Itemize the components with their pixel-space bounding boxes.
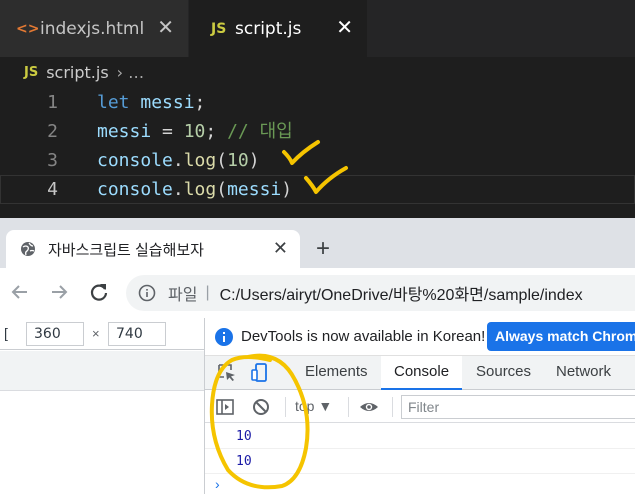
close-icon[interactable]: ✕ xyxy=(336,16,353,38)
code-token: log xyxy=(183,150,217,171)
globe-icon xyxy=(21,242,35,256)
back-icon[interactable] xyxy=(8,280,32,304)
console-prompt[interactable]: › xyxy=(215,476,220,492)
editor-tab-bar: <> indexjs.html ✕ JS script.js ✕ xyxy=(0,0,635,57)
infobar-text: DevTools is now available in Korean! xyxy=(241,328,486,345)
code-token: messi xyxy=(140,92,195,113)
device-toolbar-bracket: [ xyxy=(4,325,8,341)
toolbar-divider xyxy=(392,397,393,417)
tab-network[interactable]: Network xyxy=(556,356,611,390)
close-icon[interactable]: ✕ xyxy=(273,238,288,259)
code-token: ( xyxy=(216,150,228,171)
code-token: ; xyxy=(205,121,228,142)
device-toolbar-icon[interactable] xyxy=(250,363,270,383)
code-token: messi xyxy=(97,121,152,142)
reload-icon[interactable] xyxy=(87,280,111,304)
eye-icon[interactable] xyxy=(359,397,379,417)
code-text[interactable]: console.log(10) xyxy=(97,146,260,175)
new-tab-button[interactable]: + xyxy=(316,237,330,261)
toolbar-divider xyxy=(348,397,349,417)
device-toolbar: [ 360 × 740 xyxy=(0,318,204,350)
breadcrumb-separator[interactable]: › … xyxy=(117,63,144,82)
device-ruler xyxy=(0,351,204,391)
code-token: let xyxy=(97,92,130,113)
code-area[interactable]: 1 let messi; 2 messi = 10; // 대입 3 console.lo… xyxy=(0,88,635,204)
context-selector[interactable]: top ▼ xyxy=(295,398,332,414)
code-line[interactable]: 4 console.log(messi) xyxy=(0,175,635,204)
code-token: ( xyxy=(216,179,228,200)
code-line[interactable]: 1 let messi; xyxy=(0,88,635,117)
inspect-element-icon[interactable] xyxy=(217,363,237,383)
line-number: 3 xyxy=(47,150,58,171)
editor-tab-label: indexjs.html xyxy=(40,18,145,39)
browser-tab-title: 자바스크립트 실습해보자 xyxy=(48,241,204,259)
code-token: ) xyxy=(248,150,260,171)
code-token: = xyxy=(151,121,184,142)
browser-toolbar: 파일 | C:/Users/airyt/OneDrive/바탕%20화면/sam… xyxy=(0,268,635,318)
device-width-input[interactable]: 360 xyxy=(26,322,84,346)
always-match-chrome-button[interactable]: Always match Chrome xyxy=(487,322,635,351)
code-text[interactable]: console.log(messi) xyxy=(97,175,292,204)
code-token: . xyxy=(172,150,184,171)
clear-console-icon[interactable] xyxy=(251,397,271,417)
code-token: log xyxy=(183,179,217,200)
code-text[interactable]: messi = 10; // 대입 xyxy=(97,117,293,146)
breadcrumb-file[interactable]: script.js xyxy=(46,63,108,82)
js-file-icon: JS xyxy=(24,64,39,80)
console-toolbar: top ▼ Filter xyxy=(205,391,635,423)
console-filter-input[interactable]: Filter xyxy=(401,395,635,419)
line-number: 4 xyxy=(47,179,58,200)
editor-tab-label: script.js xyxy=(235,18,302,39)
info-icon[interactable] xyxy=(138,284,156,302)
code-token: messi xyxy=(227,179,282,200)
code-line[interactable]: 3 console.log(10) xyxy=(0,146,635,175)
js-file-icon: JS xyxy=(211,20,227,37)
address-bar[interactable]: 파일 | C:/Users/airyt/OneDrive/바탕%20화면/sam… xyxy=(126,275,635,311)
console-message-text: 10 xyxy=(236,429,252,444)
console-message-text: 10 xyxy=(236,454,252,469)
code-token: 10 xyxy=(227,150,249,171)
code-token: 10 xyxy=(183,121,206,142)
address-url[interactable]: C:/Users/airyt/OneDrive/바탕%20화면/sample/i… xyxy=(220,281,583,305)
tab-console[interactable]: Console xyxy=(381,356,463,390)
address-separator: | xyxy=(205,284,210,301)
info-icon xyxy=(215,327,233,346)
editor-tab-indexjs-html[interactable]: <> indexjs.html ✕ xyxy=(0,0,188,57)
line-number: 2 xyxy=(47,121,58,142)
dimension-times: × xyxy=(92,326,100,341)
page-viewport: [ 360 × 740 xyxy=(0,318,204,494)
devtools-infobar: DevTools is now available in Korean! Alw… xyxy=(205,318,635,356)
code-token: ; xyxy=(194,92,206,113)
code-token: console xyxy=(97,150,173,171)
code-token: ) xyxy=(281,179,293,200)
devtools-panel: DevTools is now available in Korean! Alw… xyxy=(204,318,635,494)
toolbar-divider xyxy=(285,397,286,417)
forward-icon[interactable] xyxy=(47,280,71,304)
code-token: // 대입 xyxy=(227,121,293,142)
code-token: console xyxy=(97,179,173,200)
browser-tab[interactable]: 자바스크립트 실습해보자 ✕ xyxy=(6,230,300,268)
code-editor: <> indexjs.html ✕ JS script.js ✕ JS scri… xyxy=(0,0,635,218)
close-icon[interactable]: ✕ xyxy=(157,16,174,38)
browser-tab-strip: 자바스크립트 실습해보자 ✕ + xyxy=(0,218,635,268)
tab-sources[interactable]: Sources xyxy=(476,356,531,390)
code-token: . xyxy=(172,179,184,200)
console-message: 10 xyxy=(205,424,635,449)
console-message: 10 xyxy=(205,449,635,474)
editor-tab-script-js[interactable]: JS script.js ✕ xyxy=(189,0,367,57)
tab-elements[interactable]: Elements xyxy=(305,356,368,390)
devtools-tab-bar: Elements Console Sources Network xyxy=(205,356,635,390)
code-line[interactable]: 2 messi = 10; // 대입 xyxy=(0,117,635,146)
breadcrumb: JS script.js › … xyxy=(0,57,635,87)
code-text[interactable]: let messi; xyxy=(97,88,205,117)
html-file-icon: <> xyxy=(16,20,40,37)
line-number: 1 xyxy=(47,92,58,113)
sidebar-toggle-icon[interactable] xyxy=(215,397,235,417)
address-scheme-label: 파일 xyxy=(168,287,198,304)
device-height-input[interactable]: 740 xyxy=(108,322,166,346)
